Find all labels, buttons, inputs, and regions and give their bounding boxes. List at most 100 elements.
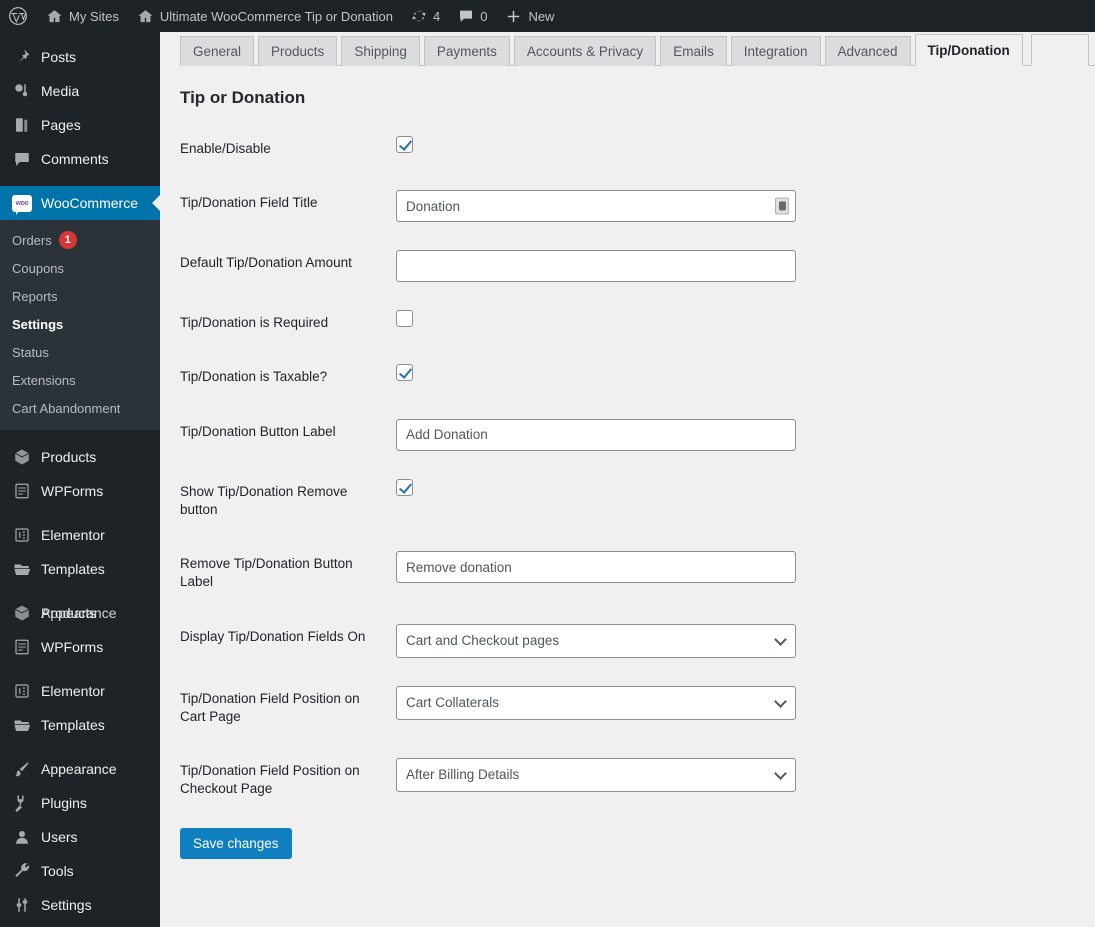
- sidebar-item-pages[interactable]: Pages: [0, 108, 160, 142]
- submenu-item-label: Reports: [12, 288, 58, 304]
- sidebar-item-label: Products: [41, 449, 97, 465]
- cart-position-wrapper: Cart Collaterals: [396, 685, 796, 720]
- sidebar-item-comments[interactable]: Comments: [0, 142, 160, 176]
- sidebar-item-label: Tools: [41, 863, 74, 879]
- site-name-label: Ultimate WooCommerce Tip or Donation: [159, 8, 393, 24]
- row-is-taxable: Tip/Donation is Taxable?: [160, 350, 1020, 404]
- sidebar-item-templates-2[interactable]: Templates: [0, 708, 160, 742]
- page-title: Tip or Donation: [180, 88, 306, 107]
- sidebar-item-products[interactable]: Products: [0, 440, 160, 474]
- submenu-item-label: Coupons: [12, 260, 65, 276]
- sidebar-item-plugins[interactable]: Plugins: [0, 786, 160, 820]
- button-label-input[interactable]: [396, 418, 796, 451]
- field-title-input[interactable]: [396, 190, 796, 223]
- updates-menu[interactable]: 4: [402, 0, 449, 32]
- submenu-item-orders[interactable]: Orders 1: [0, 226, 160, 254]
- enable-disable-checkbox[interactable]: [396, 136, 413, 153]
- sidebar-item-appearance[interactable]: Appearance: [0, 752, 160, 786]
- sidebar-item-label: WooCommerce: [41, 195, 138, 211]
- is-taxable-checkbox[interactable]: [396, 364, 413, 382]
- wrench-icon: [12, 861, 32, 881]
- sidebar-item-templates[interactable]: Templates: [0, 552, 160, 586]
- label-field-title: Tip/Donation Field Title: [180, 195, 318, 211]
- submenu-item-label: Settings: [12, 316, 64, 332]
- sidebar-item-users[interactable]: Users: [0, 820, 160, 854]
- tab-advanced[interactable]: Advanced: [824, 36, 911, 66]
- tab-products[interactable]: Products: [258, 36, 338, 66]
- label-cart-position: Tip/Donation Field Position on Cart Page: [180, 690, 360, 724]
- tab-emails[interactable]: Emails: [660, 36, 727, 66]
- menu-separator: [0, 742, 160, 752]
- submenu-item-label: Extensions: [12, 372, 76, 388]
- wpforms-icon: [12, 637, 32, 657]
- default-amount-input[interactable]: [396, 250, 796, 283]
- wordpress-logo-menu[interactable]: [0, 0, 37, 32]
- woocommerce-icon: woo: [12, 193, 32, 215]
- submenu-item-status[interactable]: Status: [0, 338, 160, 366]
- tab-accounts-privacy[interactable]: Accounts & Privacy: [513, 36, 657, 66]
- sidebar-item-label: Templates: [41, 561, 105, 577]
- menu-separator: [0, 32, 160, 40]
- submenu-item-label: Cart Abandonment: [12, 400, 121, 416]
- save-changes-button[interactable]: Save changes: [180, 828, 292, 860]
- is-required-checkbox[interactable]: [396, 310, 413, 328]
- menu-separator: [0, 176, 160, 186]
- row-show-remove-button: Show Tip/Donation Remove button: [160, 465, 1020, 537]
- submenu-item-cart-abandonment[interactable]: Cart Abandonment: [0, 394, 160, 422]
- my-sites-menu[interactable]: My Sites: [37, 0, 128, 32]
- sidebar-item-label: Appearance: [41, 761, 117, 777]
- tab-shipping[interactable]: Shipping: [341, 36, 420, 66]
- tab-tip-donation[interactable]: Tip/Donation: [914, 34, 1023, 66]
- sidebar-item-label: Elementor: [41, 527, 105, 543]
- sidebar-item-elementor-2[interactable]: Elementor: [0, 674, 160, 708]
- comments-menu[interactable]: 0: [449, 0, 496, 32]
- display-on-select[interactable]: Cart and Checkout pages: [396, 623, 796, 658]
- menu-separator: [0, 430, 160, 440]
- submenu-item-reports[interactable]: Reports: [0, 282, 160, 310]
- settings-tab-bar[interactable]: General Products Shipping Payments Accou…: [180, 32, 1095, 66]
- tab-overflow-placeholder: [1030, 34, 1089, 66]
- pages-icon: [12, 115, 32, 135]
- submenu-item-settings[interactable]: Settings: [0, 310, 160, 338]
- autofill-icon[interactable]: [775, 197, 789, 215]
- templates-folder-icon: [12, 715, 32, 735]
- plus-icon: [505, 8, 522, 25]
- sidebar-item-tools[interactable]: Tools: [0, 854, 160, 888]
- comment-bubble-icon: [458, 8, 474, 24]
- sidebar-item-label: Posts: [41, 49, 77, 65]
- remove-button-label-input[interactable]: [396, 551, 796, 584]
- plug-icon: [12, 793, 32, 813]
- cart-position-select[interactable]: Cart Collaterals: [396, 685, 796, 720]
- appearance-icon: [12, 603, 32, 623]
- show-remove-button-checkbox[interactable]: [396, 478, 413, 496]
- sidebar-item-woocommerce[interactable]: woo WooCommerce: [0, 186, 160, 220]
- sidebar-item-media[interactable]: Media: [0, 74, 160, 108]
- display-on-wrapper: Cart and Checkout pages: [396, 623, 796, 658]
- checkout-position-select[interactable]: After Billing Details: [396, 757, 796, 792]
- sidebar-item-wpforms[interactable]: WPForms: [0, 474, 160, 508]
- site-name-menu[interactable]: Ultimate WooCommerce Tip or Donation: [128, 0, 402, 32]
- my-sites-label: My Sites: [69, 8, 119, 24]
- sidebar-item-elementor[interactable]: Elementor: [0, 518, 160, 552]
- label-is-taxable: Tip/Donation is Taxable?: [180, 369, 328, 385]
- admin-sidebar-menu[interactable]: Dashboard Posts Media Pages: [0, 32, 160, 927]
- tab-payments[interactable]: Payments: [423, 36, 510, 66]
- woocommerce-submenu[interactable]: Orders 1 Coupons Reports Settings Status…: [0, 220, 160, 430]
- submenu-item-coupons[interactable]: Coupons: [0, 254, 160, 282]
- sidebar-item-settings[interactable]: Settings: [0, 888, 160, 922]
- tab-integration[interactable]: Integration: [730, 36, 821, 66]
- menu-separator: [0, 586, 160, 596]
- row-button-label: Tip/Donation Button Label: [160, 405, 1020, 465]
- updates-count: 4: [432, 8, 441, 24]
- sidebar-item-wpforms-2[interactable]: WPForms: [0, 630, 160, 664]
- pin-icon: [12, 47, 32, 67]
- settings-form-table: Enable/Disable Tip/Donation Field Title …: [160, 122, 1020, 816]
- new-content-menu[interactable]: New: [496, 0, 563, 32]
- sidebar-item-posts[interactable]: Posts: [0, 40, 160, 74]
- sidebar-item-appearance-glitch[interactable]: Appearance Products: [0, 596, 160, 630]
- tab-general[interactable]: General: [180, 36, 255, 66]
- field-title-wrapper: [396, 190, 796, 223]
- submenu-item-extensions[interactable]: Extensions: [0, 366, 160, 394]
- label-display-on: Display Tip/Donation Fields On: [180, 628, 366, 644]
- sidebar-item-label: Elementor: [41, 683, 105, 699]
